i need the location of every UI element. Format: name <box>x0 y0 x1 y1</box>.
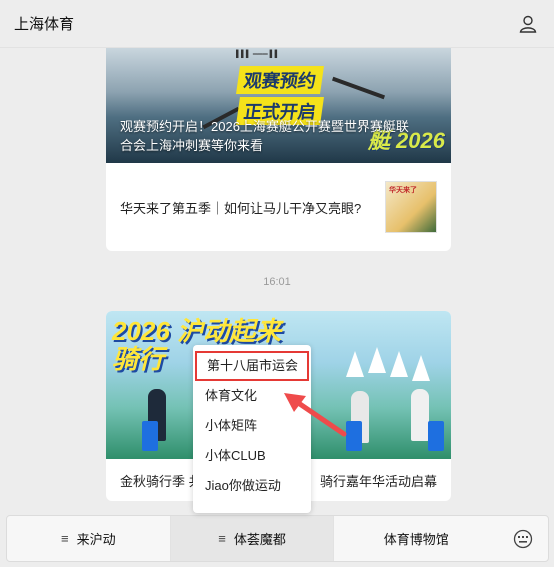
keyboard-icon <box>513 529 533 548</box>
tab-lai-hu-dong[interactable]: ≡ 来沪动 <box>7 516 171 561</box>
app-header: 上海体育 <box>0 0 554 48</box>
menu-item-jiao-sport[interactable]: Jiao你做运动 <box>193 471 311 501</box>
sub-article-row[interactable]: 华天来了第五季｜如何让马儿干净又亮眼? 华天来了 <box>106 163 451 251</box>
reservation-badge: 观赛预约 正式开启 <box>236 66 358 125</box>
tent-shape <box>346 351 364 377</box>
tent-shape <box>412 355 430 381</box>
podium <box>142 421 158 451</box>
tent-shape <box>390 351 408 377</box>
tab-label: 来沪动 <box>76 532 116 547</box>
sub-article-thumbnail[interactable]: 华天来了 <box>385 181 437 233</box>
tab-label: 体育博物馆 <box>383 532 449 547</box>
article-card-rowing[interactable]: ▌▌▌ ═══ ▌▌ 观赛预约 正式开启 艇 2026 观赛预约开启！2026上… <box>106 48 451 251</box>
menu-icon: ≡ <box>61 531 69 546</box>
menu-item-city-games[interactable]: 第十八届市运会 <box>195 351 309 381</box>
keyboard-toggle[interactable] <box>498 516 548 561</box>
menu-item-club[interactable]: 小体CLUB <box>193 441 311 471</box>
tab-sports-museum[interactable]: 体育博物馆 <box>334 516 498 561</box>
event-logo: ▌▌▌ ═══ ▌▌ <box>236 51 280 58</box>
page-title: 上海体育 <box>14 16 75 33</box>
menu-icon: ≡ <box>218 531 226 546</box>
banner-line-2: 骑行 <box>112 344 165 374</box>
article-caption[interactable]: 观赛预约开启！2026上海赛艇公开赛暨世界赛艇联合会上海冲刺赛等你来看 <box>120 117 420 155</box>
tab-label: 体荟魔都 <box>233 532 286 547</box>
banner-line-1: 2026 沪动起来 <box>112 316 282 346</box>
tent-shape <box>368 347 386 373</box>
podium <box>428 421 444 451</box>
badge-line-1: 观赛预约 <box>236 66 324 94</box>
pointer-arrow-icon <box>284 393 347 437</box>
caption-right: 骑行嘉年华活动启幕 <box>319 473 437 489</box>
user-icon[interactable] <box>518 14 538 34</box>
bottom-tabbar: ≡ 来沪动 ≡ 体荟魔都 体育博物馆 <box>6 515 549 562</box>
article-hero-image[interactable]: ▌▌▌ ═══ ▌▌ 观赛预约 正式开启 艇 2026 观赛预约开启！2026上… <box>106 48 451 163</box>
person-figure <box>411 389 429 441</box>
sub-article-title[interactable]: 华天来了第五季｜如何让马儿干净又亮眼? <box>120 198 385 217</box>
tab-ti-hui-mo-du[interactable]: ≡ 体荟魔都 <box>170 516 335 561</box>
message-timestamp: 16:01 <box>263 276 291 288</box>
